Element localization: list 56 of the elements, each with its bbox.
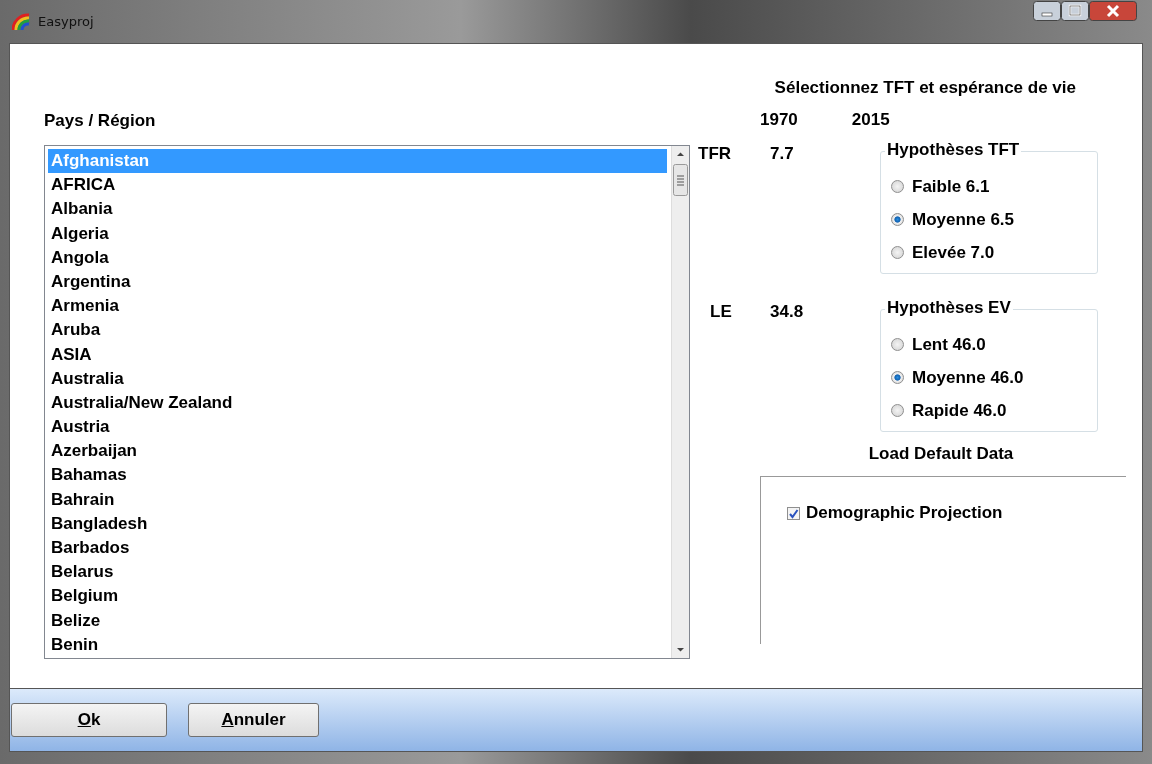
radio-label[interactable]: Moyenne 46.0: [912, 367, 1024, 388]
list-item[interactable]: Albania: [48, 197, 667, 222]
dialog-button[interactable]: Annuler: [188, 703, 319, 737]
list-item[interactable]: Aruba: [48, 318, 667, 343]
list-label: Pays / Région: [44, 111, 157, 131]
radio-button[interactable]: [891, 246, 904, 259]
list-item[interactable]: Barbados: [48, 536, 667, 561]
radio-button[interactable]: [891, 213, 904, 226]
list-item[interactable]: ASIA: [48, 342, 667, 367]
radio-button[interactable]: [891, 404, 904, 417]
list-item[interactable]: Belize: [48, 608, 667, 633]
indicator-value: 7.7: [770, 144, 795, 164]
maximize-button[interactable]: [1061, 1, 1089, 21]
list-item[interactable]: Bangladesh: [48, 511, 667, 536]
list-item[interactable]: Belarus: [48, 560, 667, 585]
radio-label[interactable]: Elevée 7.0: [912, 242, 995, 263]
list-item[interactable]: Bahrain: [48, 487, 667, 512]
country-listbox[interactable]: Afghanistan AFRICA Albania Algeria Angola Argentina Armenia Aruba ASIA Australia Australia/New Zealand Austria Azerbaijan Bahamas Bahrain Bangladesh Barbados Belarus Belgium Belize Benin: [44, 145, 690, 659]
list-item[interactable]: Armenia: [48, 294, 667, 319]
radio-label[interactable]: Rapide 46.0: [912, 400, 1007, 421]
scroll-thumb[interactable]: [673, 164, 688, 196]
list-item[interactable]: Bahamas: [48, 463, 667, 488]
radio-label[interactable]: Moyenne 6.5: [912, 209, 1015, 230]
radio-button[interactable]: [891, 180, 904, 193]
scrollbar[interactable]: [671, 146, 689, 658]
section-title: Load Default Data: [868, 444, 1014, 464]
dialog-heading: Sélectionnez TFT et espérance de vie: [774, 78, 1076, 98]
indicator-label: TFR: [698, 144, 733, 164]
list-item[interactable]: Austria: [48, 415, 667, 440]
checkbox-label[interactable]: Demographic Projection: [806, 503, 1003, 523]
list-item[interactable]: Australia: [48, 366, 667, 391]
window-title: Easyproj: [38, 14, 94, 29]
year-label: 2015: [851, 110, 890, 131]
checkbox[interactable]: [787, 506, 800, 520]
radio-button[interactable]: [891, 338, 904, 351]
list-item[interactable]: Argentina: [48, 269, 667, 295]
app-icon: [12, 12, 32, 31]
radio-label[interactable]: Lent 46.0: [912, 334, 986, 355]
minimize-button[interactable]: [1033, 1, 1061, 21]
list-item[interactable]: Azerbaijan: [48, 439, 667, 464]
dialog-button[interactable]: Ok: [11, 703, 167, 737]
check-icon: [788, 507, 799, 519]
list-item[interactable]: Angola: [48, 245, 667, 270]
group-title: Hypothèses EV: [885, 298, 1013, 318]
list-item[interactable]: Algeria: [48, 221, 667, 246]
radio-label[interactable]: Faible 6.1: [912, 176, 990, 197]
list-item[interactable]: Belgium: [48, 584, 667, 609]
indicator-label: LE: [710, 302, 733, 322]
group-title: Hypothèses TFT: [885, 140, 1022, 160]
year-label: 1970: [760, 110, 798, 131]
list-item[interactable]: AFRICA: [48, 173, 667, 198]
indicator-value: 34.8: [770, 302, 805, 322]
list-item[interactable]: Australia/New Zealand: [48, 390, 667, 416]
close-button[interactable]: [1089, 1, 1137, 21]
radio-button[interactable]: [891, 371, 904, 384]
list-item[interactable]: Benin: [48, 632, 667, 657]
